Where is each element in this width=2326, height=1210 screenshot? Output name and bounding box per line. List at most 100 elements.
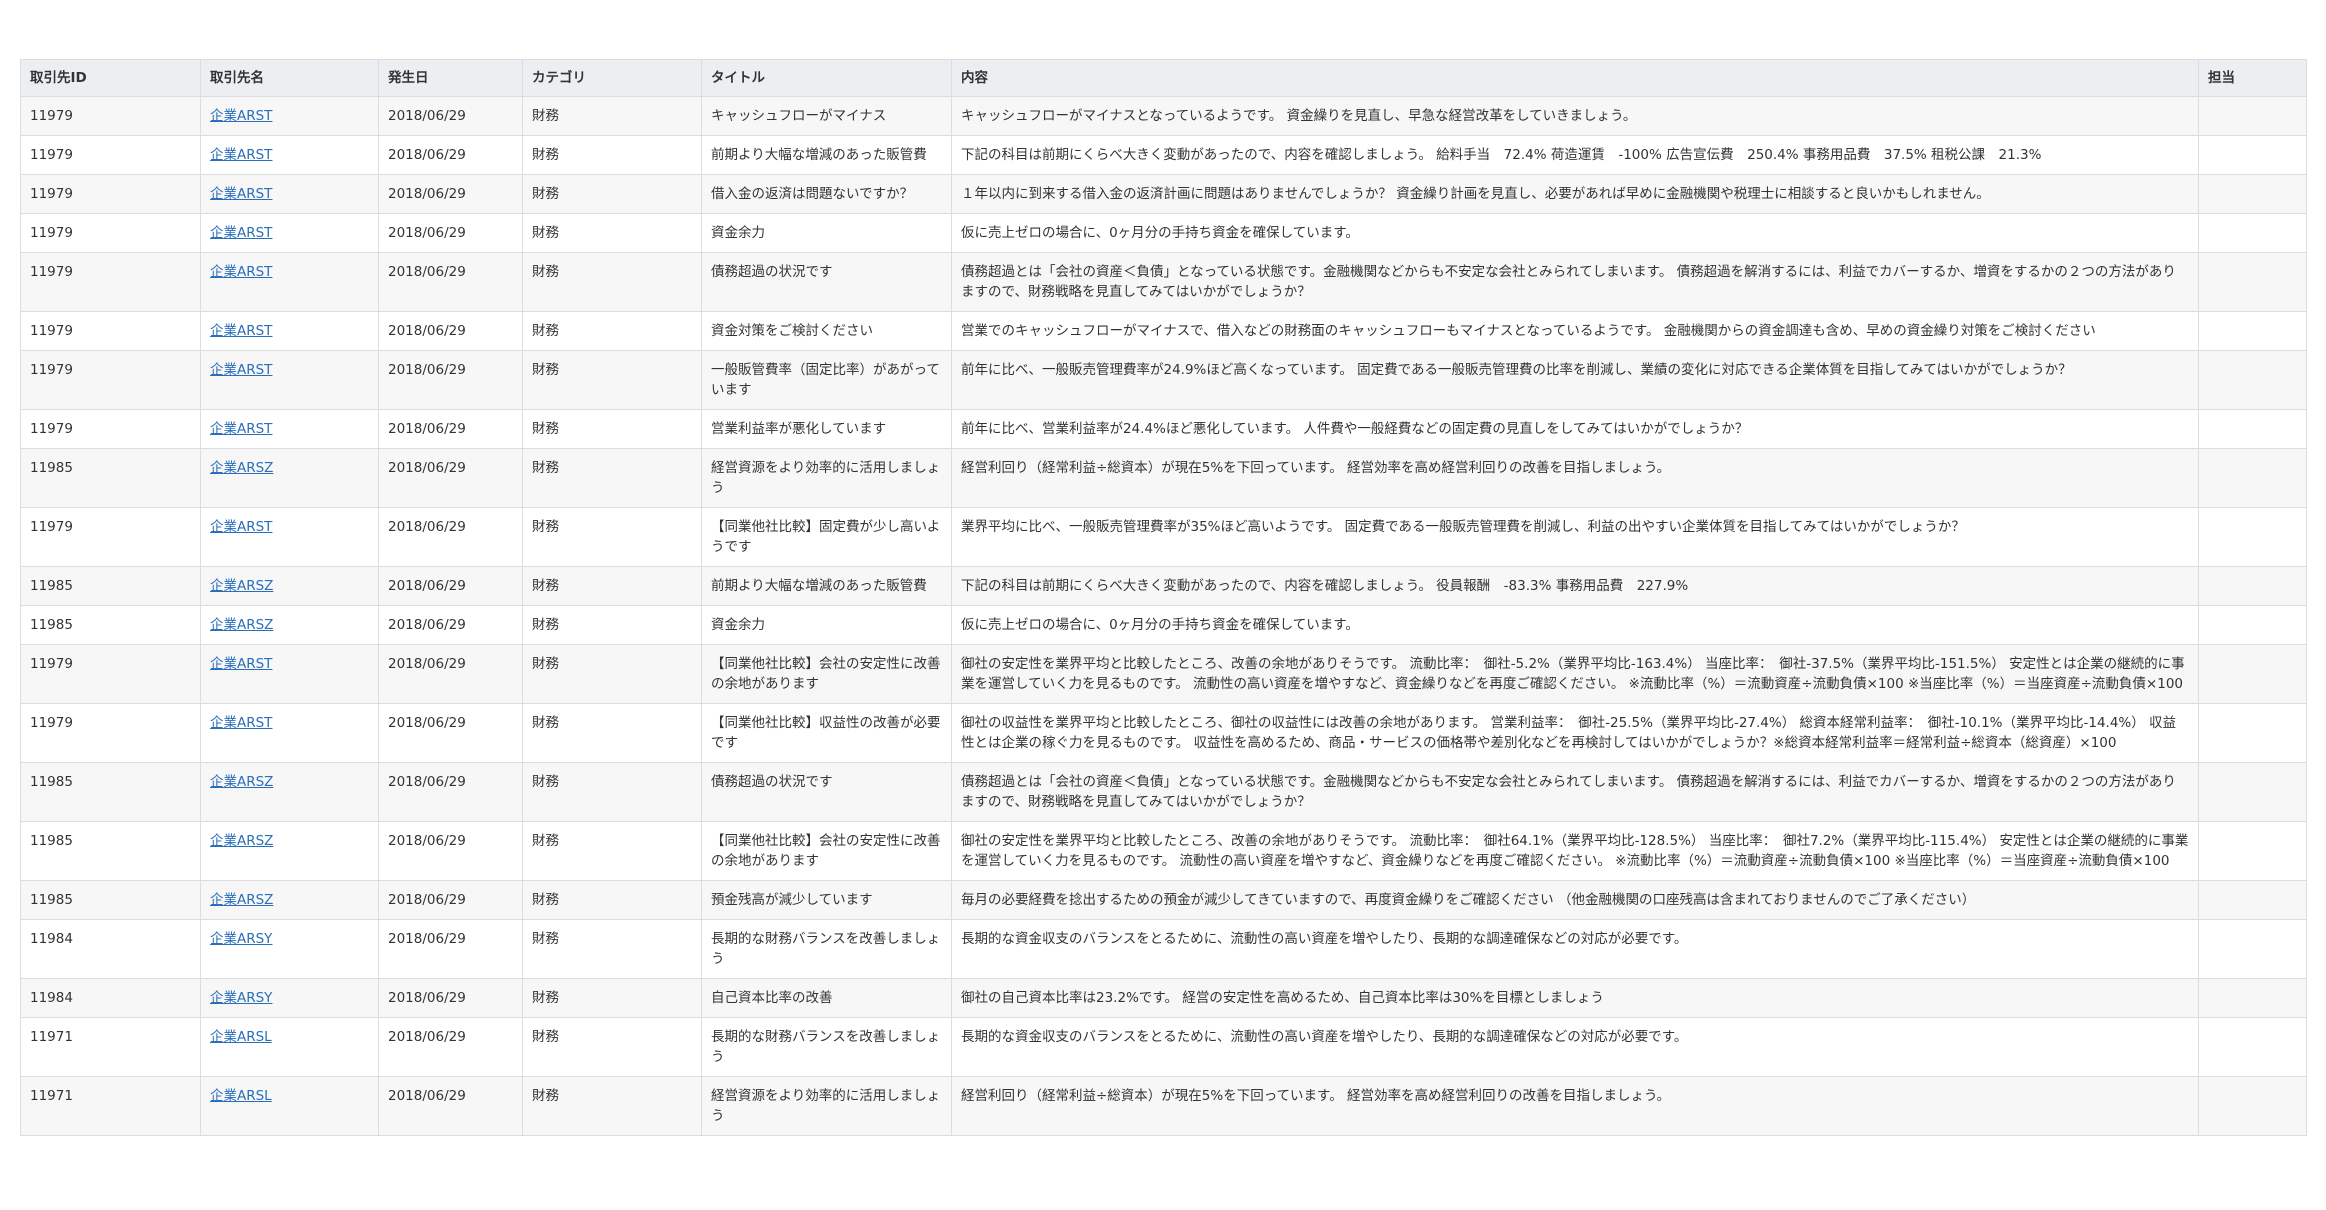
header-client-name[interactable]: 取引先名 [200, 59, 379, 97]
table-row[interactable]: 11979 企業ARST 2018/06/29 財務 資金余力 仮に売上ゼロの場合に、0ヶ… [20, 213, 2307, 253]
cell-assignee [2198, 566, 2307, 606]
cell-client-id: 11979 [20, 703, 201, 763]
company-link[interactable]: 企業ARST [210, 421, 272, 437]
cell-assignee [2198, 880, 2307, 920]
table-row[interactable]: 11985 企業ARSZ 2018/06/29 財務 【同業他社比較】会社の安定性に改善… [20, 821, 2307, 881]
cell-assignee [2198, 703, 2307, 763]
company-link[interactable]: 企業ARSZ [210, 578, 273, 594]
table-row[interactable]: 11979 企業ARST 2018/06/29 財務 資金対策をご検討ください 営業でのキ… [20, 311, 2307, 351]
company-link[interactable]: 企業ARSZ [210, 617, 273, 633]
cell-client-name: 企業ARSL [200, 1076, 379, 1136]
header-title[interactable]: タイトル [701, 59, 952, 97]
cell-category: 財務 [522, 350, 702, 410]
cell-client-name: 企業ARST [200, 311, 379, 351]
company-link[interactable]: 企業ARST [210, 323, 272, 339]
company-link[interactable]: 企業ARSY [210, 931, 272, 947]
cell-client-id: 11984 [20, 978, 201, 1018]
cell-client-id: 11979 [20, 644, 201, 704]
table-row[interactable]: 11979 企業ARST 2018/06/29 財務 借入金の返済は問題ないですか？ １年… [20, 174, 2307, 214]
cell-client-id: 11979 [20, 350, 201, 410]
table-row[interactable]: 11985 企業ARSZ 2018/06/29 財務 債務超過の状況です 債務超過とは「会… [20, 762, 2307, 822]
table-row[interactable]: 11979 企業ARST 2018/06/29 財務 前期より大幅な増減のあった販管費下… [20, 135, 2307, 175]
header-client-id[interactable]: 取引先ID [20, 59, 201, 97]
cell-title: 【同業他社比較】会社の安定性に改善の余地があります [701, 821, 952, 881]
cell-title: 債務超過の状況です [701, 252, 952, 312]
company-link[interactable]: 企業ARST [210, 186, 272, 202]
cell-content: 債務超過とは「会社の資産＜負債」となっている状態です。金融機関などからも不安定な… [951, 252, 2199, 312]
cell-category: 財務 [522, 507, 702, 567]
table-row[interactable]: 11985 企業ARSZ 2018/06/29 財務 経営資源をより効率的に活用しましょ… [20, 448, 2307, 508]
cell-assignee [2198, 644, 2307, 704]
table-row[interactable]: 11979 企業ARST 2018/06/29 財務 一般販管費率（固定比率）があがって… [20, 350, 2307, 410]
cell-content: 御社の収益性を業界平均と比較したところ、御社の収益性には改善の余地があります。 … [951, 703, 2199, 763]
cell-title: 【同業他社比較】固定費が少し高いようです [701, 507, 952, 567]
cell-title: 資金余力 [701, 605, 952, 645]
table-row[interactable]: 11979 企業ARST 2018/06/29 財務 キャッシュフローがマイナス キャッシ… [20, 96, 2307, 136]
cell-date: 2018/06/29 [378, 978, 523, 1018]
table-row[interactable]: 11979 企業ARST 2018/06/29 財務 【同業他社比較】固定費が少し高いよ… [20, 507, 2307, 567]
company-link[interactable]: 企業ARSZ [210, 774, 273, 790]
cell-assignee [2198, 409, 2307, 449]
company-link[interactable]: 企業ARST [210, 715, 272, 731]
cell-client-name: 企業ARSZ [200, 448, 379, 508]
cell-title: 借入金の返済は問題ないですか？ [701, 174, 952, 214]
cell-category: 財務 [522, 96, 702, 136]
cell-client-name: 企業ARST [200, 96, 379, 136]
cell-client-name: 企業ARST [200, 703, 379, 763]
company-link[interactable]: 企業ARSZ [210, 892, 273, 908]
table-row[interactable]: 11985 企業ARSZ 2018/06/29 財務 資金余力 仮に売上ゼロの場合に、0ヶ… [20, 605, 2307, 645]
company-link[interactable]: 企業ARSZ [210, 833, 273, 849]
cell-assignee [2198, 311, 2307, 351]
table-body: 11979 企業ARST 2018/06/29 財務 キャッシュフローがマイナス キャッシ… [20, 96, 2307, 1136]
cell-client-name: 企業ARSZ [200, 762, 379, 822]
cell-client-id: 11984 [20, 919, 201, 979]
cell-category: 財務 [522, 135, 702, 175]
company-link[interactable]: 企業ARSY [210, 990, 272, 1006]
company-link[interactable]: 企業ARST [210, 108, 272, 124]
cell-category: 財務 [522, 1076, 702, 1136]
table-row[interactable]: 11971 企業ARSL 2018/06/29 財務 長期的な財務バランスを改善しましょ… [20, 1017, 2307, 1077]
cell-category: 財務 [522, 174, 702, 214]
header-content[interactable]: 内容 [951, 59, 2199, 97]
cell-content: 下記の科目は前期にくらべ大きく変動があったので、内容を確認しましょう。 役員報酬… [951, 566, 2199, 606]
table-row[interactable]: 11979 企業ARST 2018/06/29 財務 債務超過の状況です 債務超過とは「会… [20, 252, 2307, 312]
company-link[interactable]: 企業ARST [210, 264, 272, 280]
cell-date: 2018/06/29 [378, 1017, 523, 1077]
cell-client-name: 企業ARSY [200, 978, 379, 1018]
company-link[interactable]: 企業ARST [210, 362, 272, 378]
company-link[interactable]: 企業ARST [210, 147, 272, 163]
cell-date: 2018/06/29 [378, 644, 523, 704]
header-assignee[interactable]: 担当 [2198, 59, 2307, 97]
cell-assignee [2198, 919, 2307, 979]
company-link[interactable]: 企業ARST [210, 225, 272, 241]
cell-content: 仮に売上ゼロの場合に、0ヶ月分の手持ち資金を確保しています。 [951, 213, 2199, 253]
cell-date: 2018/06/29 [378, 703, 523, 763]
cell-date: 2018/06/29 [378, 350, 523, 410]
cell-category: 財務 [522, 252, 702, 312]
cell-assignee [2198, 1076, 2307, 1136]
company-link[interactable]: 企業ARST [210, 519, 272, 535]
company-link[interactable]: 企業ARSZ [210, 460, 273, 476]
cell-assignee [2198, 762, 2307, 822]
company-link[interactable]: 企業ARSL [210, 1088, 272, 1104]
table-row[interactable]: 11985 企業ARSZ 2018/06/29 財務 前期より大幅な増減のあった販管費下… [20, 566, 2307, 606]
table-row[interactable]: 11984 企業ARSY 2018/06/29 財務 自己資本比率の改善 御社の自己資本比… [20, 978, 2307, 1018]
cell-content: 前年に比べ、営業利益率が24.4%ほど悪化しています。 人件費や一般経費などの固… [951, 409, 2199, 449]
cell-title: 前期より大幅な増減のあった販管費 [701, 566, 952, 606]
company-link[interactable]: 企業ARST [210, 656, 272, 672]
company-link[interactable]: 企業ARSL [210, 1029, 272, 1045]
cell-title: 資金対策をご検討ください [701, 311, 952, 351]
table-row[interactable]: 11979 企業ARST 2018/06/29 財務 営業利益率が悪化しています 前年に比… [20, 409, 2307, 449]
cell-title: 自己資本比率の改善 [701, 978, 952, 1018]
header-category[interactable]: カテゴリ [522, 59, 702, 97]
table-row[interactable]: 11971 企業ARSL 2018/06/29 財務 経営資源をより効率的に活用しましょ… [20, 1076, 2307, 1136]
table-row[interactable]: 11979 企業ARST 2018/06/29 財務 【同業他社比較】収益性の改善が必要… [20, 703, 2307, 763]
cell-client-name: 企業ARST [200, 350, 379, 410]
table-row[interactable]: 11979 企業ARST 2018/06/29 財務 【同業他社比較】会社の安定性に改善… [20, 644, 2307, 704]
cell-category: 財務 [522, 821, 702, 881]
header-date[interactable]: 発生日 [378, 59, 523, 97]
table-row[interactable]: 11985 企業ARSZ 2018/06/29 財務 預金残高が減少しています 毎月の必要… [20, 880, 2307, 920]
cell-title: 預金残高が減少しています [701, 880, 952, 920]
cell-content: 長期的な資金収支のバランスをとるために、流動性の高い資産を増やしたり、長期的な調… [951, 1017, 2199, 1077]
table-row[interactable]: 11984 企業ARSY 2018/06/29 財務 長期的な財務バランスを改善しましょ… [20, 919, 2307, 979]
